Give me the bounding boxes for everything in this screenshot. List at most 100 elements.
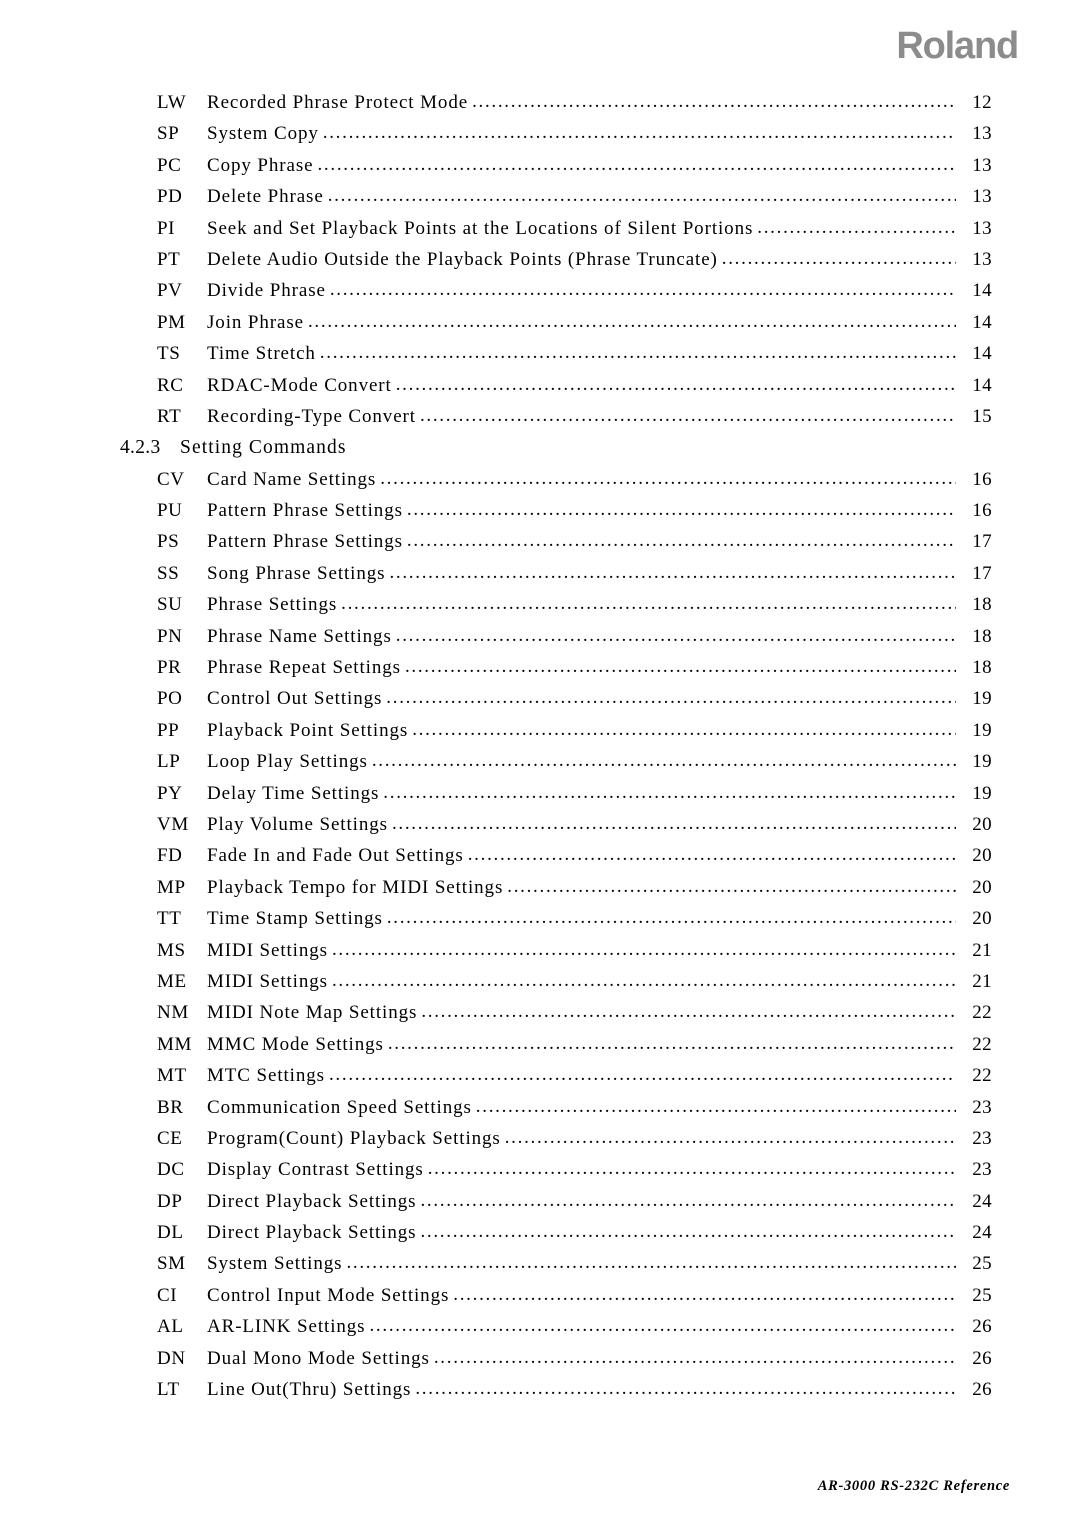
toc-entry[interactable]: SS Song Phrase Settings..................… [0,563,1080,594]
toc-entry[interactable]: CV Card Name Settings....................… [0,469,1080,500]
toc-dot-leader: ........................................… [721,248,956,268]
toc-entry-page-number: 24 [972,1190,992,1212]
toc-entry[interactable]: MT MTC Settings..........................… [0,1065,1080,1096]
toc-entry[interactable]: BR Communication Speed Settings..........… [0,1097,1080,1128]
toc-entry-code: CI [157,1284,178,1306]
toc-entry-code: MM [157,1033,192,1055]
toc-entry-page-number: 13 [972,217,992,239]
toc-entry[interactable]: PD Delete Phrase.........................… [0,186,1080,217]
toc-entry[interactable]: TT Time Stamp Settings...................… [0,908,1080,939]
page-footer: AR-3000 RS-232C Reference [817,1478,1010,1494]
toc-dot-leader: ........................................… [346,1253,956,1273]
toc-section-heading: 4.2.3 Setting Commands [0,437,1080,468]
toc-entry[interactable]: VM Play Volume Settings..................… [0,814,1080,845]
toc-entry[interactable]: PI Seek and Set Playback Points at the Lo… [0,218,1080,249]
toc-entry-label: Phrase Repeat Settings [207,657,401,679]
toc-dot-leader: ........................................… [421,1002,956,1022]
toc-entry-page-number: 16 [972,500,992,522]
toc-entry-code: AL [157,1316,184,1338]
toc-dot-leader: ........................................… [369,1316,956,1336]
toc-entry-label: AR-LINK Settings [207,1316,366,1338]
toc-entry[interactable]: PT Delete Audio Outside the Playback Poin… [0,249,1080,280]
toc-entry-label: Communication Speed Settings [207,1096,472,1118]
toc-entry-code: SP [157,123,180,145]
toc-dot-leader: ........................................… [507,876,956,896]
toc-entry-code: PY [157,782,183,804]
toc-entry[interactable]: MP Playback Tempo for MIDI Settings......… [0,877,1080,908]
toc-entry-label: Song Phrase Settings [207,562,386,584]
toc-entry-code: MT [157,1065,187,1087]
toc-entry-label: Time Stretch [207,343,316,365]
toc-dot-leader: ........................................… [395,625,956,645]
toc-entry[interactable]: PS Pattern Phrase Settings...............… [0,531,1080,562]
toc-entry[interactable]: PP Playback Point Settings...............… [0,720,1080,751]
toc-dot-leader: ........................................… [328,1065,956,1085]
toc-entry[interactable]: FD Fade In and Fade Out Settings.........… [0,845,1080,876]
toc-entry[interactable]: DP Direct Playback Settings..............… [0,1191,1080,1222]
toc-dot-leader: ........................................… [453,1284,956,1304]
toc-entry-page-number: 18 [972,594,992,616]
toc-entry-code: PD [157,186,183,208]
toc-entry[interactable]: RT Recording-Type Convert................… [0,406,1080,437]
toc-entry[interactable]: PC Copy Phrase...........................… [0,155,1080,186]
toc-entry[interactable]: RC RDAC-Mode Convert.....................… [0,375,1080,406]
brand-logo: Roland [896,25,1019,67]
toc-dot-leader: ........................................… [331,970,956,990]
toc-entry-code: PC [157,154,182,176]
toc-entry[interactable]: TS Time Stretch..........................… [0,343,1080,374]
toc-entry-page-number: 22 [972,1002,992,1024]
toc-entry[interactable]: CE Program(Count) Playback Settings......… [0,1128,1080,1159]
toc-dot-leader: ........................................… [383,782,956,802]
toc-entry-label: Loop Play Settings [207,751,368,773]
toc-entry[interactable]: PO Control Out Settings..................… [0,688,1080,719]
toc-entry-label: Playback Point Settings [207,719,409,741]
toc-dot-leader: ........................................… [387,1033,956,1053]
toc-dot-leader: ........................................… [404,657,956,677]
toc-entry-label: Dual Mono Mode Settings [207,1347,430,1369]
toc-entry[interactable]: PN Phrase Name Settings..................… [0,626,1080,657]
toc-entry-page-number: 13 [972,186,992,208]
toc-entry[interactable]: PV Divide Phrase.........................… [0,280,1080,311]
toc-section-number: 4.2.3 [120,437,161,459]
toc-entry-code: RT [157,405,182,427]
toc-entry[interactable]: AL AR-LINK Settings......................… [0,1316,1080,1347]
toc-entry[interactable]: ME MIDI Settings.........................… [0,971,1080,1002]
toc-entry-code: DP [157,1190,183,1212]
toc-entry[interactable]: LT Line Out(Thru) Settings...............… [0,1379,1080,1410]
toc-entry[interactable]: DC Display Contrast Settings.............… [0,1159,1080,1190]
toc-entry-label: Pattern Phrase Settings [207,531,403,553]
toc-entry[interactable]: DL Direct Playback Settings..............… [0,1222,1080,1253]
toc-entry[interactable]: PM Join Phrase...........................… [0,312,1080,343]
toc-entry-code: ME [157,970,187,992]
toc-entry[interactable]: NM MIDI Note Map Settings................… [0,1002,1080,1033]
toc-entry[interactable]: PU Pattern Phrase Settings...............… [0,500,1080,531]
toc-entry[interactable]: LP Loop Play Settings....................… [0,751,1080,782]
toc-entry[interactable]: SU Phrase Settings.......................… [0,594,1080,625]
toc-dot-leader: ........................................… [317,154,956,174]
toc-entry-code: MP [157,876,186,898]
toc-entry-label: Delay Time Settings [207,782,380,804]
toc-entry[interactable]: PY Delay Time Settings...................… [0,783,1080,814]
toc-entry-page-number: 20 [972,845,992,867]
toc-entry[interactable]: MS MIDI Settings.........................… [0,940,1080,971]
toc-entry[interactable]: PR Phrase Repeat Settings................… [0,657,1080,688]
toc-dot-leader: ........................................… [341,594,956,614]
toc-entry-label: Control Out Settings [207,688,383,710]
toc-entry[interactable]: SP System Copy...........................… [0,123,1080,154]
toc-dot-leader: ........................................… [467,845,956,865]
toc-entry-code: PM [157,311,186,333]
toc-entry-code: FD [157,845,183,867]
toc-entry[interactable]: DN Dual Mono Mode Settings...............… [0,1348,1080,1379]
toc-dot-leader: ........................................… [391,813,956,833]
toc-entry-label: Delete Phrase [207,186,324,208]
toc-entry[interactable]: CI Control Input Mode Settings...........… [0,1285,1080,1316]
toc-dot-leader: ........................................… [319,343,956,363]
toc-entry-label: Recording-Type Convert [207,405,416,427]
toc-dot-leader: ........................................… [504,1127,956,1147]
toc-entry[interactable]: LW Recorded Phrase Protect Mode..........… [0,92,1080,123]
toc-entry[interactable]: SM System Settings.......................… [0,1253,1080,1284]
toc-entry-page-number: 20 [972,813,992,835]
toc-entry[interactable]: MM MMC Mode Settings.....................… [0,1034,1080,1065]
toc-entry-label: Direct Playback Settings [207,1190,417,1212]
toc-dot-leader: ........................................… [427,1159,956,1179]
